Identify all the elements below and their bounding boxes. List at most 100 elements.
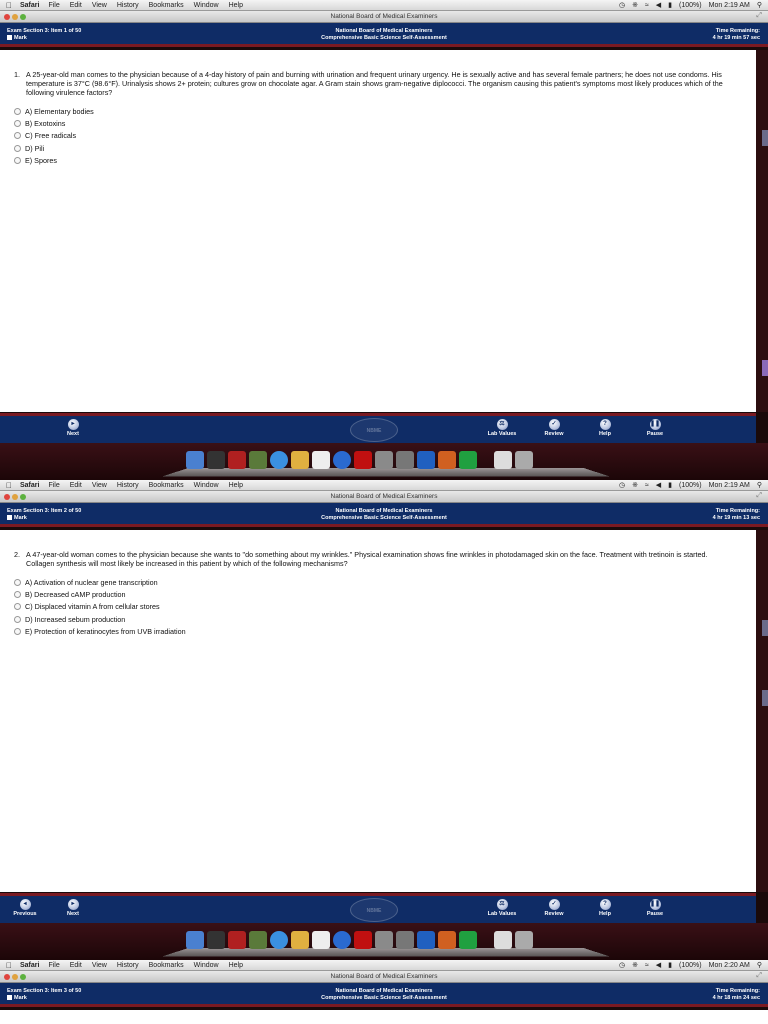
radio-icon[interactable]	[14, 578, 21, 586]
radio-icon[interactable]	[14, 156, 21, 164]
answer-choice-a[interactable]: A) Elementary bodies	[14, 105, 726, 117]
spotlight-icon[interactable]: ⚲	[757, 481, 762, 489]
spotlight-icon[interactable]: ⚲	[757, 1, 762, 9]
wifi-icon[interactable]: ≈	[645, 482, 649, 489]
menu-app-name[interactable]: Safari	[20, 482, 39, 489]
itunes-icon[interactable]	[333, 931, 351, 949]
system-prefs-icon[interactable]	[396, 451, 414, 469]
next-button[interactable]: ▸ Next	[58, 419, 88, 437]
ical-icon[interactable]	[312, 931, 330, 949]
pause-button[interactable]: ❚❚ Pause	[640, 419, 670, 437]
battery-icon[interactable]: ▮	[668, 1, 672, 9]
menu-window[interactable]: Window	[194, 482, 219, 489]
menu-edit[interactable]: Edit	[70, 2, 82, 9]
safari-icon[interactable]	[270, 931, 288, 949]
answer-choice-c[interactable]: C) Displaced vitamin A from cellular sto…	[14, 601, 726, 613]
radio-icon[interactable]	[14, 107, 21, 115]
menu-view[interactable]: View	[92, 962, 107, 969]
menu-window[interactable]: Window	[194, 2, 219, 9]
downloads-icon[interactable]	[494, 931, 512, 949]
minimize-window-button[interactable]	[12, 974, 18, 980]
menu-history[interactable]: History	[117, 962, 139, 969]
answer-choice-e[interactable]: E) Protection of keratinocytes from UVB …	[14, 625, 726, 637]
answer-choice-d[interactable]: D) Pili	[14, 142, 726, 154]
notes-icon[interactable]	[291, 451, 309, 469]
photobooth-icon[interactable]	[354, 931, 372, 949]
menubar-clock[interactable]: Mon 2:19 AM	[709, 2, 750, 9]
iphoto-icon[interactable]	[375, 931, 393, 949]
answer-choice-e[interactable]: E) Spores	[14, 154, 726, 166]
excel-icon[interactable]	[459, 451, 477, 469]
close-window-button[interactable]	[4, 974, 10, 980]
time-machine-icon[interactable]: ◷	[619, 961, 625, 969]
resize-icon[interactable]: ⤢	[756, 12, 762, 20]
wifi-icon[interactable]: ≈	[645, 962, 649, 969]
previous-button[interactable]: ◂ Previous	[10, 899, 40, 917]
battery-icon[interactable]: ▮	[668, 961, 672, 969]
dictionary-icon[interactable]	[228, 931, 246, 949]
volume-icon[interactable]: ◀	[656, 961, 661, 969]
close-window-button[interactable]	[4, 14, 10, 20]
help-button[interactable]: ? Help	[590, 419, 620, 437]
zoom-window-button[interactable]	[20, 14, 26, 20]
powerpoint-icon[interactable]	[438, 451, 456, 469]
pause-button[interactable]: ❚❚ Pause	[640, 899, 670, 917]
dashboard-icon[interactable]	[207, 931, 225, 949]
time-machine-icon[interactable]: ◷	[619, 1, 625, 9]
menu-help[interactable]: Help	[229, 2, 243, 9]
menu-history[interactable]: History	[117, 2, 139, 9]
excel-icon[interactable]	[459, 931, 477, 949]
ichat-icon[interactable]	[249, 451, 267, 469]
radio-icon[interactable]	[14, 627, 21, 635]
menu-view[interactable]: View	[92, 2, 107, 9]
radio-icon[interactable]	[14, 603, 21, 611]
spotlight-icon[interactable]: ⚲	[757, 961, 762, 969]
menu-file[interactable]: File	[48, 2, 59, 9]
apple-icon[interactable]: 	[6, 481, 12, 490]
radio-icon[interactable]	[14, 615, 21, 623]
menu-edit[interactable]: Edit	[70, 962, 82, 969]
volume-icon[interactable]: ◀	[656, 481, 661, 489]
minimize-window-button[interactable]	[12, 494, 18, 500]
trash-icon[interactable]	[515, 931, 533, 949]
finder-icon[interactable]	[186, 931, 204, 949]
time-machine-icon[interactable]: ◷	[619, 481, 625, 489]
minimize-window-button[interactable]	[12, 14, 18, 20]
powerpoint-icon[interactable]	[438, 931, 456, 949]
menu-view[interactable]: View	[92, 482, 107, 489]
zoom-window-button[interactable]	[20, 494, 26, 500]
next-button[interactable]: ▸ Next	[58, 899, 88, 917]
answer-choice-a[interactable]: A) Activation of nuclear gene transcript…	[14, 576, 726, 588]
bluetooth-icon[interactable]: ※	[632, 961, 638, 969]
apple-icon[interactable]: 	[6, 1, 12, 10]
review-button[interactable]: ✓ Review	[539, 419, 569, 437]
wifi-icon[interactable]: ≈	[645, 2, 649, 9]
answer-choice-b[interactable]: B) Exotoxins	[14, 117, 726, 129]
menu-history[interactable]: History	[117, 482, 139, 489]
radio-icon[interactable]	[14, 144, 21, 152]
menu-window[interactable]: Window	[194, 962, 219, 969]
trash-icon[interactable]	[515, 451, 533, 469]
menubar-clock[interactable]: Mon 2:20 AM	[709, 962, 750, 969]
radio-icon[interactable]	[14, 119, 21, 127]
notes-icon[interactable]	[291, 931, 309, 949]
review-button[interactable]: ✓ Review	[539, 899, 569, 917]
menu-file[interactable]: File	[48, 962, 59, 969]
iphoto-icon[interactable]	[375, 451, 393, 469]
apple-icon[interactable]: 	[6, 961, 12, 970]
itunes-icon[interactable]	[333, 451, 351, 469]
volume-icon[interactable]: ◀	[656, 1, 661, 9]
ichat-icon[interactable]	[249, 931, 267, 949]
menu-bookmarks[interactable]: Bookmarks	[149, 2, 184, 9]
menu-help[interactable]: Help	[229, 482, 243, 489]
answer-choice-d[interactable]: D) Increased sebum production	[14, 613, 726, 625]
zoom-window-button[interactable]	[20, 974, 26, 980]
dashboard-icon[interactable]	[207, 451, 225, 469]
menu-help[interactable]: Help	[229, 962, 243, 969]
word-icon[interactable]	[417, 931, 435, 949]
safari-icon[interactable]	[270, 451, 288, 469]
resize-icon[interactable]: ⤢	[756, 492, 762, 500]
close-window-button[interactable]	[4, 494, 10, 500]
lab-values-button[interactable]: ⚖ Lab Values	[487, 899, 517, 917]
menu-bookmarks[interactable]: Bookmarks	[149, 482, 184, 489]
